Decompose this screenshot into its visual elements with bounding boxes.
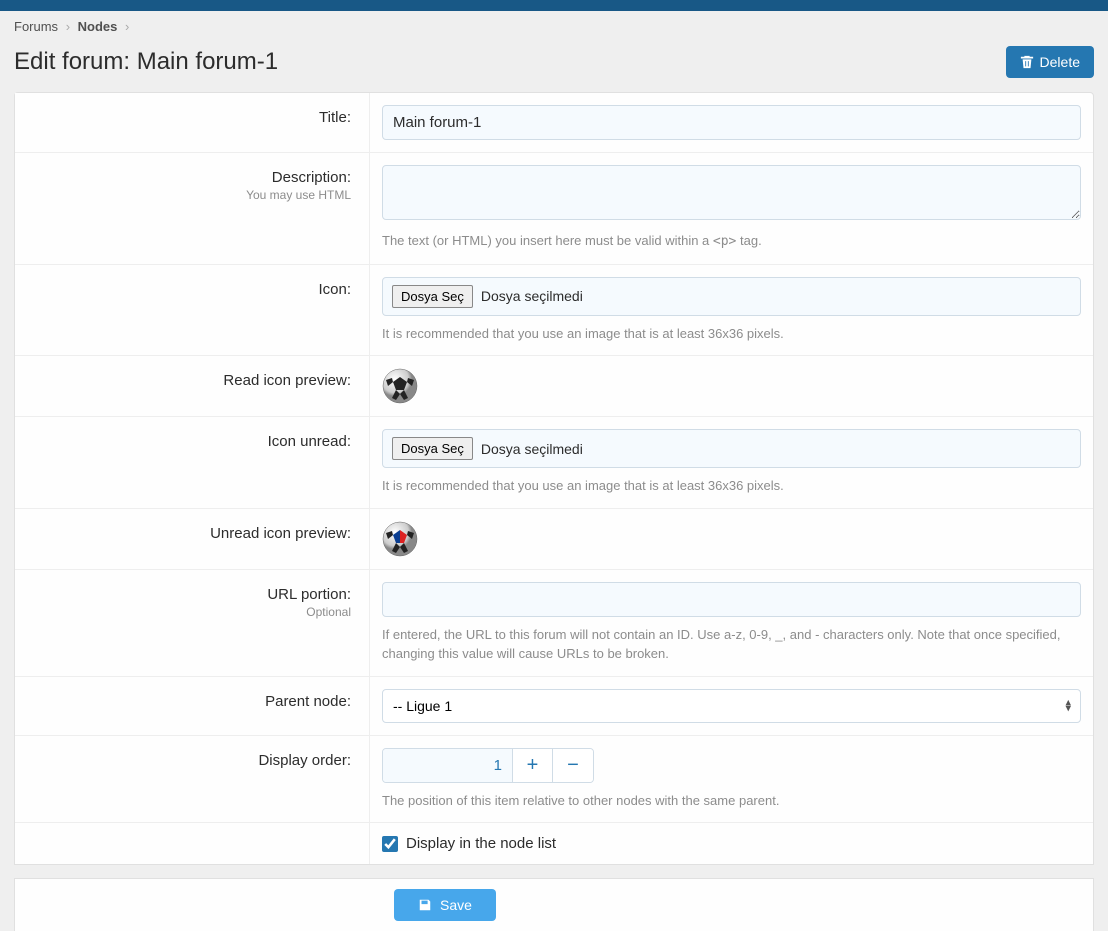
url-portion-input[interactable]: [382, 582, 1081, 617]
label-description: Description: You may use HTML: [15, 153, 370, 264]
row-unread-preview: Unread icon preview:: [15, 508, 1093, 569]
title-input[interactable]: [382, 105, 1081, 140]
row-title: Title:: [15, 93, 1093, 152]
label-title: Title:: [15, 93, 370, 152]
increment-button[interactable]: +: [513, 749, 553, 782]
row-icon: Icon: Dosya Seç Dosya seçilmedi It is re…: [15, 264, 1093, 356]
save-button[interactable]: Save: [394, 889, 496, 921]
row-display-order: Display order: + − The position of this …: [15, 735, 1093, 823]
breadcrumb-forums[interactable]: Forums: [14, 19, 58, 34]
row-display-in-list: Display in the node list: [15, 822, 1093, 864]
label-read-preview: Read icon preview:: [15, 356, 370, 416]
label-icon: Icon:: [15, 265, 370, 356]
delete-button-label: Delete: [1040, 54, 1080, 70]
display-in-list-label: Display in the node list: [406, 835, 556, 852]
row-url-portion: URL portion: Optional If entered, the UR…: [15, 569, 1093, 676]
icon-help: It is recommended that you use an image …: [382, 324, 1081, 344]
parent-node-select[interactable]: -- Ligue 1: [382, 689, 1081, 723]
breadcrumb-nodes[interactable]: Nodes: [78, 19, 118, 34]
plus-icon: +: [527, 754, 539, 777]
soccer-ball-icon: [382, 368, 418, 404]
label-display-order: Display order:: [15, 736, 370, 823]
row-icon-unread: Icon unread: Dosya Seç Dosya seçilmedi I…: [15, 416, 1093, 508]
display-in-list-checkbox[interactable]: [382, 836, 398, 852]
display-order-input[interactable]: [383, 749, 513, 782]
save-icon: [418, 898, 432, 912]
label-unread-preview: Unread icon preview:: [15, 509, 370, 569]
icon-file-status: Dosya seçilmedi: [481, 288, 583, 304]
url-help: If entered, the URL to this forum will n…: [382, 625, 1081, 664]
delete-button[interactable]: Delete: [1006, 46, 1094, 78]
page-header: Edit forum: Main forum-1 Delete: [0, 42, 1108, 92]
soccer-ball-france-icon: [382, 521, 418, 557]
chevron-right-icon: ›: [66, 19, 70, 34]
icon-unread-file-wrap: Dosya Seç Dosya seçilmedi: [382, 429, 1081, 468]
display-order-help: The position of this item relative to ot…: [382, 791, 1081, 811]
chevron-right-icon: ›: [125, 19, 129, 34]
page-title: Edit forum: Main forum-1: [14, 48, 278, 76]
description-help: The text (or HTML) you insert here must …: [382, 231, 1081, 252]
save-bar: Save: [14, 878, 1094, 931]
icon-unread-file-status: Dosya seçilmedi: [481, 441, 583, 457]
read-icon-preview: [382, 368, 418, 404]
icon-unread-help: It is recommended that you use an image …: [382, 476, 1081, 496]
label-icon-unread: Icon unread:: [15, 417, 370, 508]
trash-icon: [1020, 55, 1034, 69]
description-input[interactable]: [382, 165, 1081, 220]
row-parent-node: Parent node: -- Ligue 1 ▴▾: [15, 676, 1093, 735]
row-description: Description: You may use HTML The text (…: [15, 152, 1093, 264]
save-button-label: Save: [440, 897, 472, 913]
top-bar: [0, 0, 1108, 11]
icon-unread-file-button[interactable]: Dosya Seç: [392, 437, 473, 460]
label-url-portion: URL portion: Optional: [15, 570, 370, 676]
minus-icon: −: [567, 754, 579, 777]
form-panel: Title: Description: You may use HTML The…: [14, 92, 1094, 865]
icon-file-wrap: Dosya Seç Dosya seçilmedi: [382, 277, 1081, 316]
icon-file-button[interactable]: Dosya Seç: [392, 285, 473, 308]
unread-icon-preview: [382, 521, 418, 557]
breadcrumb: Forums › Nodes ›: [0, 11, 1108, 42]
label-parent-node: Parent node:: [15, 677, 370, 735]
decrement-button[interactable]: −: [553, 749, 593, 782]
display-order-group: + −: [382, 748, 594, 783]
row-read-preview: Read icon preview:: [15, 355, 1093, 416]
